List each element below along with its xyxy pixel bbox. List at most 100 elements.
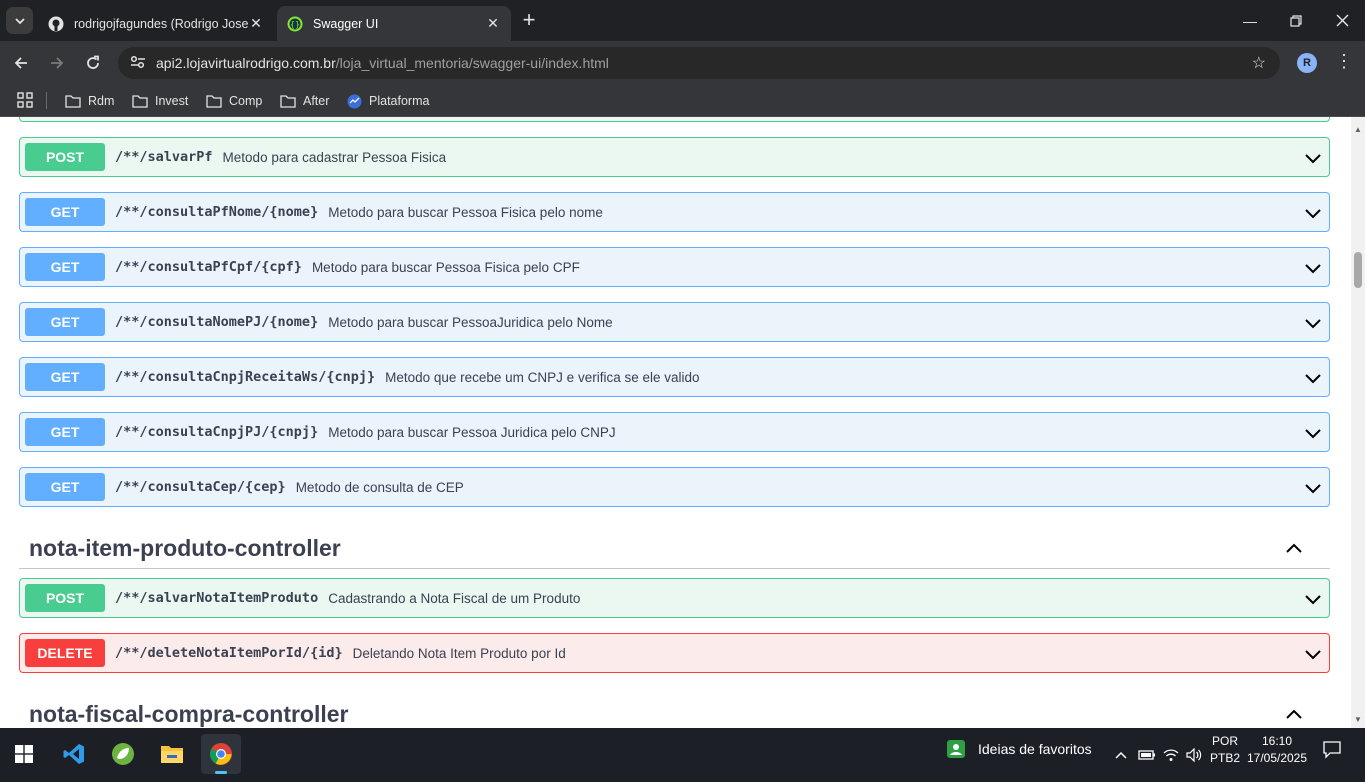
minimize-button[interactable]: — xyxy=(1227,0,1273,41)
bookmark-folder-invest[interactable]: Invest xyxy=(132,91,188,111)
folder-icon xyxy=(206,94,222,108)
scroll-up-arrow-icon[interactable]: ▲ xyxy=(1354,125,1362,134)
operation-path: /**/consultaCep/{cep} xyxy=(115,479,286,495)
widget-label: Ideias de favoritos xyxy=(978,741,1092,757)
input-language-indicator[interactable]: POR PTB2 xyxy=(1210,733,1240,767)
chevron-down-icon[interactable] xyxy=(1303,313,1323,333)
url-text: api2.lojavirtualrodrigo.com.br/loja_virt… xyxy=(156,55,609,71)
close-icon xyxy=(1336,14,1348,27)
operation-path: /**/salvarNotaItemProduto xyxy=(115,590,319,606)
operation-post-salvarpf[interactable]: POST /**/salvarPf Metodo para cadastrar … xyxy=(19,137,1330,177)
widget-favorites[interactable]: Ideias de favoritos xyxy=(946,739,1092,759)
chevron-down-icon[interactable] xyxy=(1303,203,1323,223)
apps-grid-icon[interactable] xyxy=(17,92,33,108)
tab-search-button[interactable] xyxy=(6,7,33,34)
method-badge: GET xyxy=(25,253,105,281)
clock-date: 17/05/2025 xyxy=(1246,751,1308,765)
browser-menu-icon[interactable]: ⋮ xyxy=(1335,51,1353,72)
taskbar-vscode[interactable] xyxy=(54,734,94,774)
close-window-button[interactable] xyxy=(1319,0,1365,41)
reload-button[interactable] xyxy=(80,50,106,76)
tag-divider xyxy=(19,568,1330,569)
bookmark-folder-comp[interactable]: Comp xyxy=(206,91,262,111)
operation-path: /**/deleteNotaItemPorId/{id} xyxy=(115,645,343,661)
chevron-down-icon[interactable] xyxy=(1303,478,1323,498)
vscode-icon xyxy=(63,744,84,764)
restore-button[interactable] xyxy=(1273,0,1319,41)
operation-get-consultapfcpf[interactable]: GET /**/consultaPfCpf/{cpf} Metodo para … xyxy=(19,247,1330,287)
operation-path: /**/consultaPfNome/{nome} xyxy=(115,204,319,220)
site-info-icon[interactable] xyxy=(130,55,152,72)
bookmark-folder-rdm[interactable]: Rdm xyxy=(65,91,114,111)
method-badge: GET xyxy=(25,363,105,391)
operation-post-salvarnotaitemproduto[interactable]: POST /**/salvarNotaItemProduto Cadastran… xyxy=(19,578,1330,618)
tag-section-nota-item-produto[interactable]: nota-item-produto-controller xyxy=(19,529,1330,569)
tag-title: nota-fiscal-compra-controller xyxy=(29,701,349,727)
operation-get-consultacnpjreceitaws[interactable]: GET /**/consultaCnpjReceitaWs/{cnpj} Met… xyxy=(19,357,1330,397)
scrollbar-thumb[interactable] xyxy=(1354,252,1362,288)
operation-get-consultapfnome[interactable]: GET /**/consultaPfNome/{nome} Metodo par… xyxy=(19,192,1330,232)
operation-summary: Metodo para buscar PessoaJuridica pelo N… xyxy=(328,314,613,330)
tab-swagger-ui[interactable]: {} Swagger UI ✕ xyxy=(277,6,511,41)
back-button[interactable] xyxy=(8,50,34,76)
chevron-down-icon[interactable] xyxy=(1303,148,1323,168)
folder-icon xyxy=(65,94,81,108)
tab-github[interactable]: rodrigojfagundes (Rodrigo Jose ✕ xyxy=(38,6,274,41)
scroll-down-arrow-icon[interactable]: ▼ xyxy=(1354,715,1362,724)
operation-summary: Metodo que recebe um CNPJ e verifica se … xyxy=(385,369,700,385)
language-code: POR xyxy=(1212,734,1239,748)
swagger-page: POST /**/salvarPf Metodo para cadastrar … xyxy=(0,117,1351,728)
close-tab-icon[interactable]: ✕ xyxy=(485,15,501,32)
chevron-down-icon[interactable] xyxy=(1303,644,1323,664)
method-badge: GET xyxy=(25,473,105,501)
operation-delete-deletenotaitemporid[interactable]: DELETE /**/deleteNotaItemPorId/{id} Dele… xyxy=(19,633,1330,673)
wifi-icon[interactable] xyxy=(1163,728,1179,782)
operation-summary: Metodo de consulta de CEP xyxy=(295,479,464,495)
taskbar-chrome[interactable] xyxy=(201,734,241,774)
bookmark-label: Invest xyxy=(155,94,189,108)
operation-get-consultacnpjpj[interactable]: GET /**/consultaCnpjPJ/{cnpj} Metodo par… xyxy=(19,412,1330,452)
clock-time: 16:10 xyxy=(1261,734,1293,748)
operation-path: /**/consultaPfCpf/{cpf} xyxy=(115,259,302,275)
method-badge: POST xyxy=(25,143,105,171)
chevron-down-icon[interactable] xyxy=(1303,258,1323,278)
taskbar-spring-tools[interactable] xyxy=(103,734,143,774)
bookmarks-bar: Rdm Invest Comp After Plataforma xyxy=(0,85,1365,117)
battery-icon[interactable] xyxy=(1138,728,1156,782)
tab-title: Swagger UI xyxy=(313,16,379,31)
folder-icon xyxy=(161,746,183,763)
url-host: api2.lojavirtualrodrigo.com.br xyxy=(156,55,336,71)
system-clock[interactable]: 16:10 17/05/2025 xyxy=(1246,733,1308,767)
chevron-down-icon[interactable] xyxy=(1303,423,1323,443)
forward-button[interactable] xyxy=(44,50,70,76)
chevron-down-icon xyxy=(14,17,25,24)
chevron-down-icon[interactable] xyxy=(1303,368,1323,388)
bookmark-plataforma[interactable]: Plataforma xyxy=(347,91,429,111)
tab-title: rodrigojfagundes (Rodrigo Jose xyxy=(74,16,248,31)
start-button[interactable] xyxy=(4,734,44,774)
close-tab-icon[interactable]: ✕ xyxy=(248,15,264,32)
chevron-down-icon[interactable] xyxy=(1303,589,1323,609)
arrow-right-icon xyxy=(51,57,64,69)
new-tab-button[interactable]: + xyxy=(518,9,540,31)
tray-overflow-icon[interactable] xyxy=(1114,728,1128,782)
spring-leaf-icon xyxy=(112,743,134,765)
notifications-icon[interactable] xyxy=(1322,739,1342,759)
operation-path: /**/consultaCnpjReceitaWs/{cnpj} xyxy=(115,369,376,385)
address-bar[interactable]: api2.lojavirtualrodrigo.com.br/loja_virt… xyxy=(118,47,1280,79)
bookmark-label: Comp xyxy=(229,94,263,108)
volume-icon[interactable] xyxy=(1186,728,1202,782)
bookmark-folder-after[interactable]: After xyxy=(280,91,329,111)
chevron-up-icon[interactable] xyxy=(1284,539,1304,559)
tag-section-nota-fiscal-compra[interactable]: nota-fiscal-compra-controller xyxy=(19,695,1330,728)
chevron-up-icon[interactable] xyxy=(1284,705,1304,725)
operation-path: /**/salvarPf xyxy=(115,149,213,165)
operation-summary: Deletando Nota Item Produto por Id xyxy=(352,645,566,661)
bookmark-star-icon[interactable]: ☆ xyxy=(1252,53,1266,73)
chrome-icon xyxy=(210,743,232,765)
taskbar-file-explorer[interactable] xyxy=(152,734,192,774)
operation-get-consultanomepj[interactable]: GET /**/consultaNomePJ/{nome} Metodo par… xyxy=(19,302,1330,342)
page-scrollbar[interactable]: ▲ ▼ xyxy=(1351,117,1365,728)
profile-avatar[interactable]: R xyxy=(1297,53,1317,73)
operation-get-consultacep[interactable]: GET /**/consultaCep/{cep} Metodo de cons… xyxy=(19,467,1330,507)
